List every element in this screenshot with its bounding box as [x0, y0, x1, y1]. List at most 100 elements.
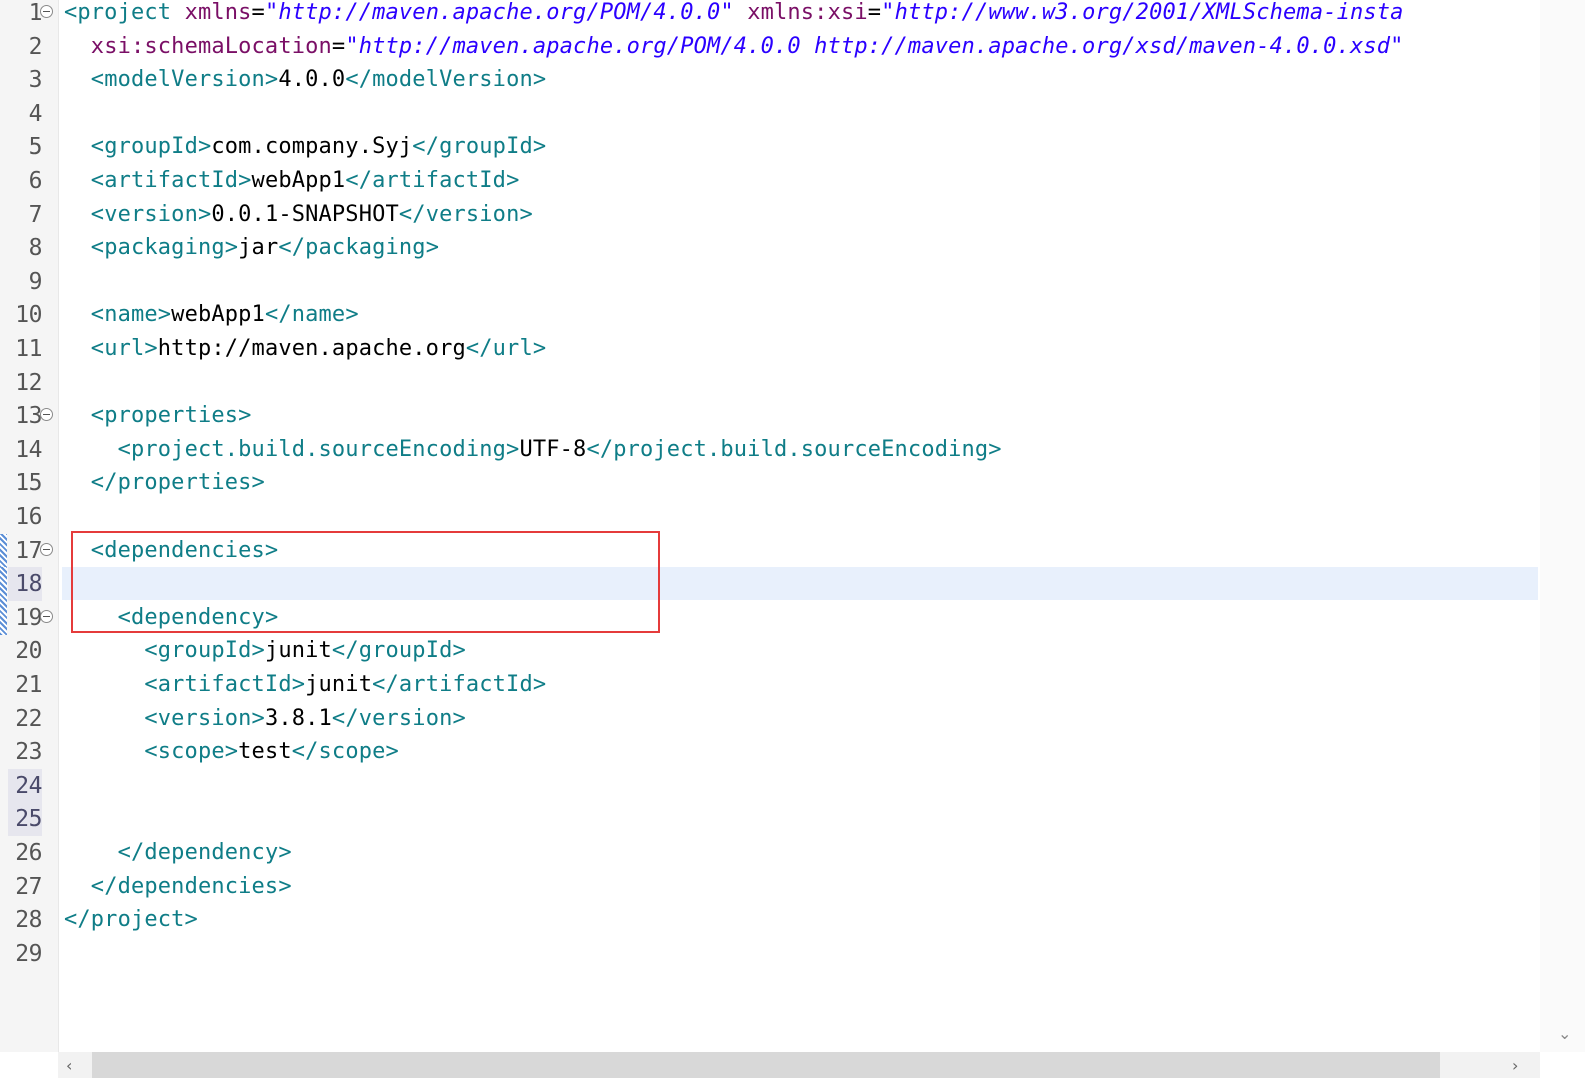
code-line[interactable]: 15 </properties> [0, 466, 1540, 500]
line-number: 6 [28, 168, 43, 194]
code-line[interactable]: 10 <name>webApp1</name> [0, 298, 1540, 332]
line-number: 27 [15, 874, 42, 900]
xml-text [64, 134, 91, 159]
chevron-down-icon[interactable]: ⌄ [1558, 1024, 1571, 1043]
xml-tag: </properties> [90, 470, 265, 495]
code-line[interactable]: 28 </project> [0, 903, 1540, 937]
xml-tag: </packaging> [278, 235, 440, 260]
xml-editor[interactable]: 1 <project xmlns="http://maven.apache.org… [0, 0, 1540, 1052]
xml-tag: </version> [331, 706, 466, 731]
code-text: </dependency> [64, 836, 292, 870]
xml-text: = [251, 0, 265, 25]
line-number: 3 [28, 67, 43, 93]
code-line[interactable]: 26 </dependency> [0, 836, 1540, 870]
code-line[interactable]: 24 [0, 769, 1540, 803]
xml-text [64, 470, 91, 495]
xml-text: 3.8.1 [264, 706, 332, 731]
xml-tag: <name> [90, 302, 172, 327]
code-line[interactable]: 7 <version>0.0.1-SNAPSHOT</version> [0, 198, 1540, 232]
code-text: <groupId>com.company.Syj</groupId> [64, 130, 546, 164]
xml-text [64, 336, 91, 361]
code-line[interactable]: 3 <modelVersion>4.0.0</modelVersion> [0, 63, 1540, 97]
code-line[interactable]: 27 </dependencies> [0, 870, 1540, 904]
vertical-scrollbar[interactable]: ⌄ [1540, 0, 1585, 1052]
xml-tag: </dependencies> [90, 874, 292, 899]
code-text: <properties> [64, 399, 252, 433]
code-line[interactable]: 22 <version>3.8.1</version> [0, 702, 1540, 736]
xml-text: junit [305, 672, 373, 697]
chevron-right-icon[interactable]: › [1512, 1056, 1518, 1075]
code-text: <groupId>junit</groupId> [64, 634, 466, 668]
horizontal-scrollbar[interactable]: ‹ › [58, 1052, 1540, 1078]
line-number: 19 [15, 605, 42, 631]
xml-tag: <groupId> [144, 638, 265, 663]
xml-text: 4.0.0 [278, 67, 346, 92]
line-number: 16 [15, 504, 42, 530]
code-line[interactable]: 12 [0, 366, 1540, 400]
code-text: <modelVersion>4.0.0</modelVersion> [64, 63, 546, 97]
line-number: 4 [28, 101, 43, 127]
code-line[interactable]: 1 <project xmlns="http://maven.apache.org… [0, 0, 1540, 30]
xml-text [64, 235, 91, 260]
fold-collapse-icon[interactable] [40, 543, 53, 556]
xml-text: jar [238, 235, 279, 260]
horizontal-scrollbar-thumb[interactable] [92, 1052, 1440, 1078]
xml-tag: </groupId> [412, 134, 547, 159]
code-line[interactable]: 14 <project.build.sourceEncoding>UTF-8</… [0, 433, 1540, 467]
code-line[interactable]: 11 <url>http://maven.apache.org</url> [0, 332, 1540, 366]
line-number: 29 [15, 941, 42, 967]
line-number: 15 [15, 470, 42, 496]
xml-text [64, 739, 144, 764]
fold-collapse-icon[interactable] [40, 610, 53, 623]
xml-tag: </name> [264, 302, 359, 327]
line-number: 9 [28, 269, 43, 295]
code-line[interactable]: 25 [0, 802, 1540, 836]
xml-tag: <url> [90, 336, 158, 361]
xml-text: test [238, 739, 292, 764]
line-number: 13 [15, 403, 42, 429]
xml-tag: </project> [64, 907, 198, 932]
code-line[interactable]: 29 [0, 937, 1540, 971]
code-line[interactable]: 21 <artifactId>junit</artifactId> [0, 668, 1540, 702]
xml-tag: </scope> [291, 739, 399, 764]
code-line[interactable]: 20 <groupId>junit</groupId> [0, 634, 1540, 668]
xml-attribute: xsi:schemaLocation [90, 34, 332, 59]
code-line[interactable]: 16 [0, 500, 1540, 534]
code-text: <artifactId>webApp1</artifactId> [64, 164, 520, 198]
line-number: 10 [15, 302, 42, 328]
xml-tag: <version> [90, 202, 212, 227]
code-text: <project xmlns="http://maven.apache.org/… [64, 0, 1404, 30]
fold-collapse-icon[interactable] [40, 408, 53, 421]
code-line[interactable]: 2 xsi:schemaLocation="http://maven.apach… [0, 30, 1540, 64]
code-text: <url>http://maven.apache.org</url> [64, 332, 546, 366]
xml-tag: </artifactId> [372, 672, 547, 697]
xml-text [64, 67, 91, 92]
code-line[interactable]: 6 <artifactId>webApp1</artifactId> [0, 164, 1540, 198]
code-line[interactable]: 8 <packaging>jar</packaging> [0, 231, 1540, 265]
chevron-left-icon[interactable]: ‹ [66, 1056, 72, 1075]
fold-collapse-icon[interactable] [40, 5, 53, 18]
line-number: 20 [15, 638, 42, 664]
code-line[interactable]: 9 [0, 265, 1540, 299]
line-number: 1 [28, 0, 43, 26]
xml-text [64, 874, 91, 899]
xml-tag: </version> [398, 202, 533, 227]
code-line[interactable]: 4 [0, 97, 1540, 131]
code-text: </properties> [64, 466, 265, 500]
line-number: 11 [15, 336, 42, 362]
xml-tag: </project.build.sourceEncoding> [586, 437, 1002, 462]
code-text: xsi:schemaLocation="http://maven.apache.… [64, 30, 1404, 64]
code-line[interactable]: 23 <scope>test</scope> [0, 735, 1540, 769]
code-line[interactable]: 13 <properties> [0, 399, 1540, 433]
xml-text: webApp1 [251, 168, 346, 193]
xml-attribute: xmlns:xsi [747, 0, 868, 25]
change-marker [0, 567, 7, 601]
line-number: 14 [15, 437, 42, 463]
code-line[interactable]: 5 <groupId>com.company.Syj</groupId> [0, 130, 1540, 164]
line-number: 25 [8, 802, 43, 836]
line-number: 2 [28, 34, 43, 60]
xml-text [64, 302, 91, 327]
line-number: 12 [15, 370, 42, 396]
xml-text: http://maven.apache.org [157, 336, 466, 361]
line-number: 21 [15, 672, 42, 698]
